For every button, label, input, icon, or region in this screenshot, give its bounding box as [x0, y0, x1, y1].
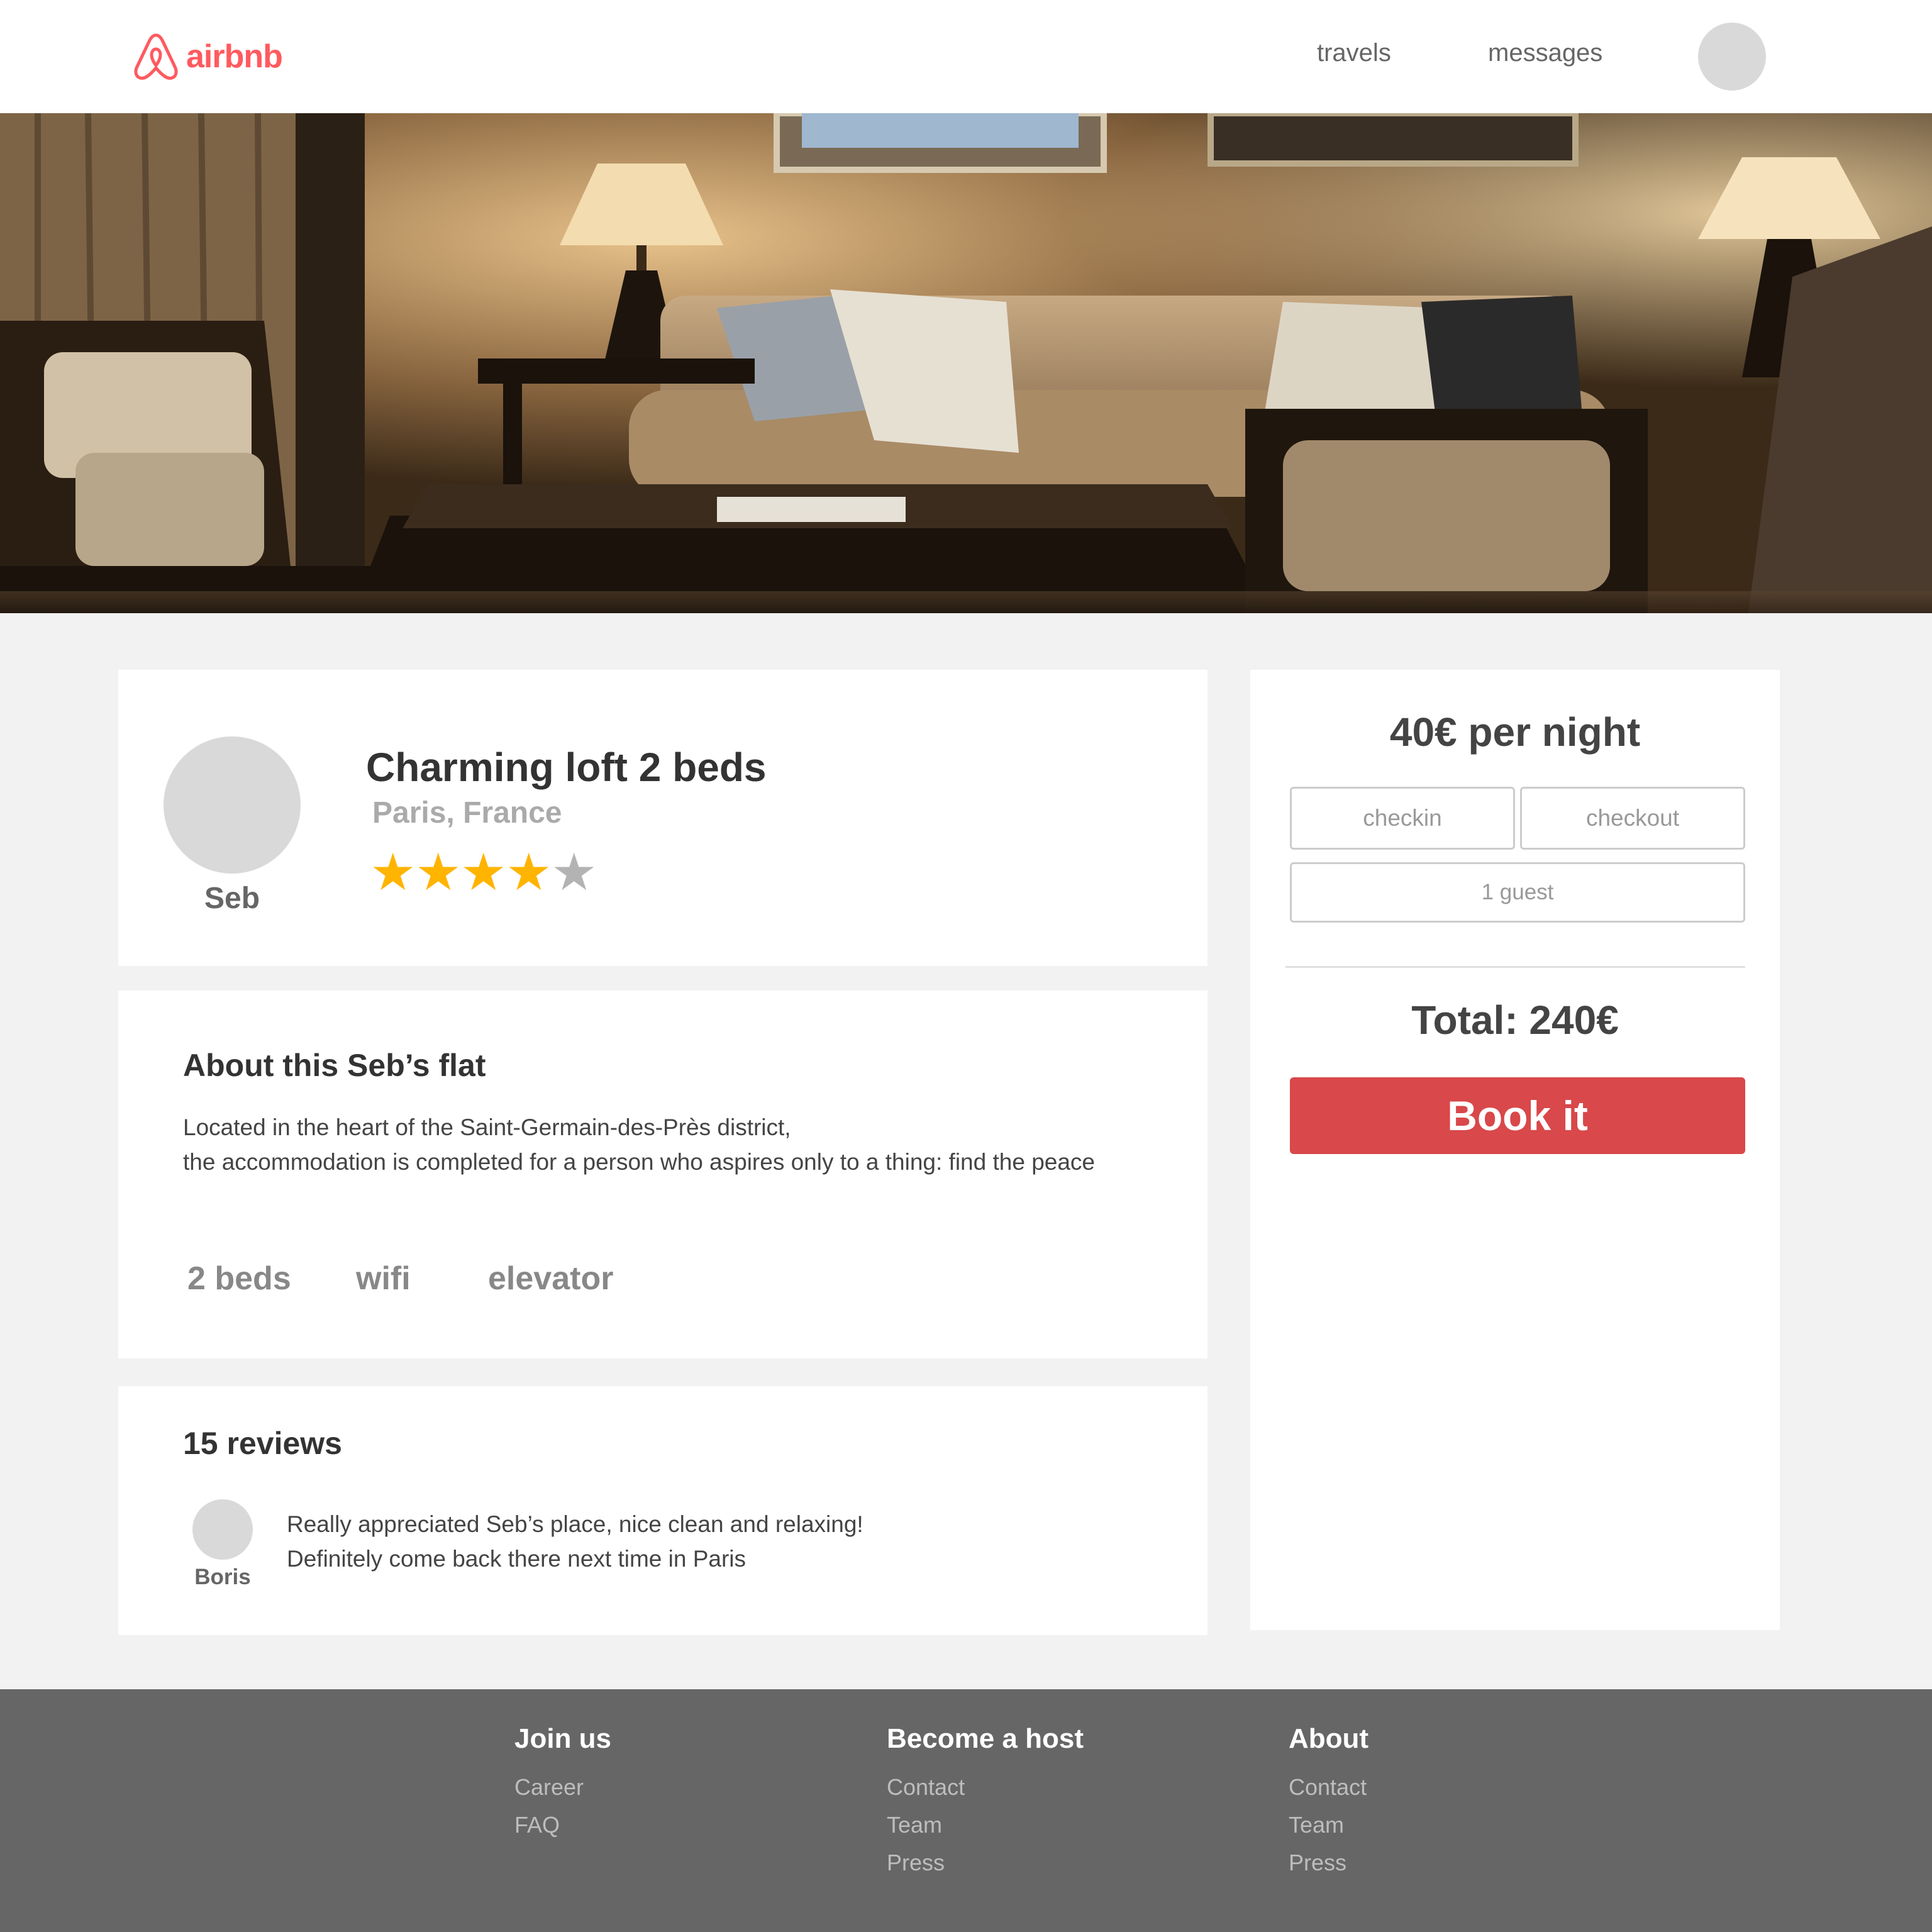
footer-link-team[interactable]: Team — [1289, 1806, 1368, 1844]
star-icon: ★ — [415, 844, 462, 901]
guests-field[interactable]: 1 guest — [1290, 862, 1745, 923]
booking-divider — [1285, 966, 1745, 968]
reviews-title: 15 reviews — [183, 1426, 342, 1461]
footer-link-faq[interactable]: FAQ — [514, 1806, 611, 1844]
listing-location: Paris, France — [372, 796, 562, 830]
footer-link-press[interactable]: Press — [887, 1844, 1084, 1882]
footer-link-contact[interactable]: Contact — [887, 1768, 1084, 1806]
footer-link-team[interactable]: Team — [887, 1806, 1084, 1844]
amenity-wifi: wifi — [356, 1260, 411, 1297]
logo-text: airbnb — [186, 38, 283, 75]
footer-link-contact[interactable]: Contact — [1289, 1768, 1368, 1806]
host-name: Seb — [204, 882, 260, 915]
reviewer-avatar[interactable] — [192, 1499, 253, 1560]
listing-title: Charming loft 2 beds — [366, 745, 767, 790]
star-icon: ★ — [370, 844, 416, 901]
amenity-beds: 2 beds — [187, 1260, 291, 1297]
about-title: About this Seb’s flat — [183, 1048, 486, 1083]
footer-column-join-us: Join us Career FAQ — [514, 1723, 611, 1844]
rating-stars: ★ ★ ★ ★ ★ — [370, 844, 597, 901]
top-navbar: airbnb travels messages — [0, 0, 1932, 113]
review-text-line2: Definitely come back there next time in … — [287, 1546, 747, 1572]
user-avatar[interactable] — [1698, 23, 1766, 91]
review-text: Really appreciated Seb’s place, nice cle… — [287, 1507, 1155, 1576]
star-icon: ★ — [460, 844, 507, 901]
price-per-night: 40€ per night — [1389, 709, 1641, 755]
amenity-elevator: elevator — [488, 1260, 614, 1297]
footer-link-press[interactable]: Press — [1289, 1844, 1368, 1882]
total-price: Total: 240€ — [1411, 997, 1619, 1043]
footer-heading: Become a host — [887, 1723, 1084, 1754]
airbnb-logo[interactable]: airbnb — [132, 31, 283, 82]
footer-link-career[interactable]: Career — [514, 1768, 611, 1806]
listing-hero-image — [0, 113, 1932, 613]
about-description: Located in the heart of the Saint-Germai… — [183, 1110, 1139, 1179]
star-icon: ★ — [506, 844, 552, 901]
reviewer-name: Boris — [194, 1565, 251, 1589]
about-description-line1: Located in the heart of the Saint-Germai… — [183, 1114, 791, 1140]
checkout-field[interactable]: checkout — [1520, 787, 1745, 850]
footer-column-about: About Contact Team Press — [1289, 1723, 1368, 1882]
footer-heading: Join us — [514, 1723, 612, 1754]
star-icon: ★ — [551, 844, 597, 901]
nav-messages-link[interactable]: messages — [1488, 39, 1602, 67]
reviews-card: 15 reviews Boris Really appreciated Seb’… — [118, 1386, 1208, 1635]
review-text-line1: Really appreciated Seb’s place, nice cle… — [287, 1511, 863, 1537]
host-avatar[interactable] — [164, 736, 301, 874]
booking-card: 40€ per night checkin checkout 1 guest T… — [1250, 670, 1780, 1630]
nav-travels-link[interactable]: travels — [1317, 39, 1391, 67]
about-card: About this Seb’s flat Located in the hea… — [118, 991, 1208, 1358]
airbnb-belo-icon — [134, 33, 178, 80]
about-description-line2: the accommodation is completed for a per… — [183, 1149, 1096, 1175]
checkin-field[interactable]: checkin — [1290, 787, 1515, 850]
footer-column-become-a-host: Become a host Contact Team Press — [887, 1723, 1084, 1882]
listing-summary-card: Seb Charming loft 2 beds Paris, France ★… — [118, 670, 1208, 966]
footer-heading: About — [1289, 1723, 1369, 1754]
footer: Join us Career FAQ Become a host Contact… — [0, 1689, 1932, 1932]
book-it-button[interactable]: Book it — [1290, 1077, 1745, 1154]
